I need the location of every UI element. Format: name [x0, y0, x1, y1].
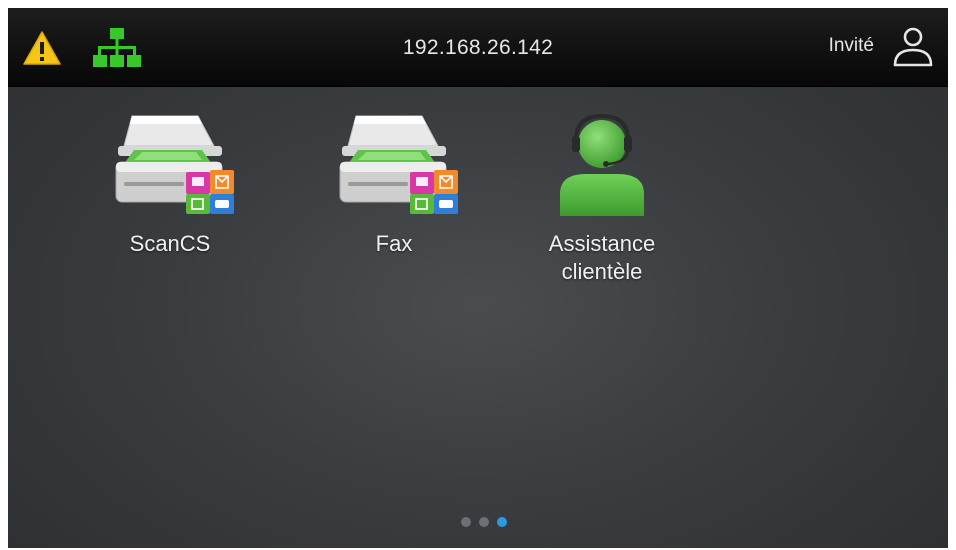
app-assistance-clientele[interactable]: Assistance clientèle — [502, 104, 702, 286]
page-dot[interactable] — [461, 517, 471, 527]
app-label: ScanCS — [129, 231, 211, 256]
status-bar: 192.168.26.142 Invité — [8, 8, 948, 87]
app-label: Assistance clientèle — [548, 231, 656, 284]
app-label: Fax — [375, 231, 413, 256]
customer-support-icon — [560, 113, 644, 216]
page-indicator[interactable] — [461, 517, 517, 529]
scanner-icon — [115, 115, 234, 214]
scanner-icon — [339, 115, 458, 214]
ip-address: 192.168.26.142 — [402, 36, 554, 59]
user-icon[interactable] — [890, 24, 936, 70]
home-screen: 192.168.26.142 Invité ScanCS Fax Assista… — [8, 8, 948, 548]
page-dot-active[interactable] — [497, 517, 507, 527]
app-fax[interactable]: Fax — [294, 104, 494, 258]
page-dot[interactable] — [479, 517, 489, 527]
user-label[interactable]: Invité — [829, 35, 874, 57]
app-scancs[interactable]: ScanCS — [70, 104, 270, 258]
